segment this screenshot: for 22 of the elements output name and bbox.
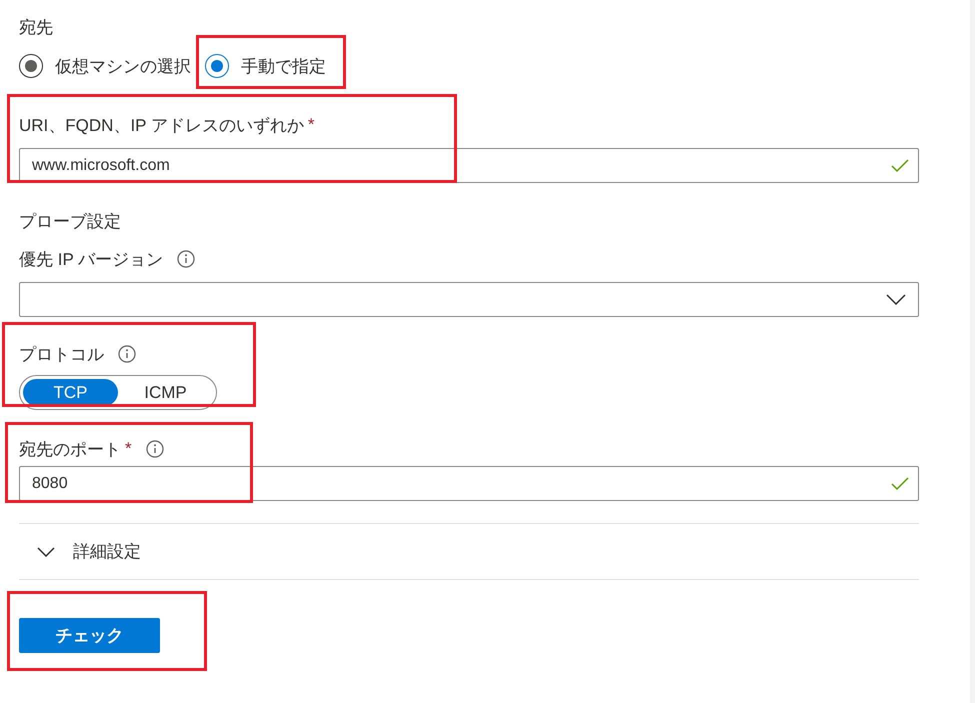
chevron-down-icon	[886, 294, 906, 305]
advanced-settings-toggle[interactable]: 詳細設定	[19, 523, 919, 580]
input-field[interactable]: 8080	[19, 466, 919, 501]
info-icon[interactable]	[177, 250, 196, 268]
field-label: 宛先のポート	[19, 438, 121, 460]
chevron-icon	[37, 546, 55, 556]
radio-option[interactable]: 仮想マシンの選択	[19, 54, 191, 78]
field-label: 優先 IP バージョン	[19, 248, 164, 270]
radio-option[interactable]: 手動で指定	[205, 54, 326, 78]
field-label: プロトコル	[19, 344, 104, 366]
section-heading: プローブ設定	[19, 211, 122, 233]
toggle-option[interactable]: TCP	[23, 379, 118, 406]
field-label: 宛先	[19, 16, 54, 38]
input-field[interactable]: www.microsoft.com	[19, 148, 919, 183]
check-button[interactable]: チェック	[19, 618, 160, 653]
required-asterisk: *	[125, 439, 132, 459]
dropdown[interactable]	[19, 282, 919, 317]
info-icon[interactable]	[146, 440, 164, 458]
toggle-option[interactable]: ICMP	[118, 379, 213, 406]
info-icon[interactable]	[118, 345, 136, 363]
field-label: URI、FQDN、IP アドレスのいずれか	[19, 114, 304, 136]
required-asterisk: *	[308, 115, 315, 135]
